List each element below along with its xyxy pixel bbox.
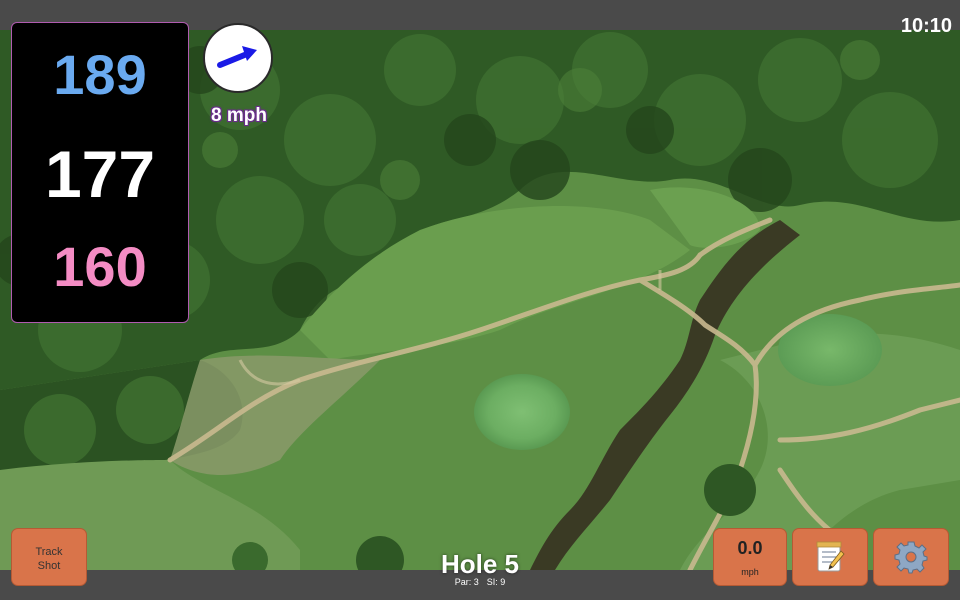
gear-icon: [894, 541, 928, 574]
distance-back: 189: [53, 43, 147, 106]
wind-readout-unit: mph: [741, 567, 759, 577]
track-shot-label: Track Shot: [12, 545, 86, 573]
distance-front: 160: [53, 235, 147, 298]
hole-par: Par: 3: [454, 577, 479, 587]
wind-speed-label: 8 mph: [211, 105, 267, 126]
track-shot-label-line2: Shot: [37, 560, 61, 572]
golf-gps-screen: 10:10 189 177 160 8 mph Track Shot Hole …: [0, 0, 960, 600]
distance-middle: 177: [44, 137, 156, 211]
hole-stroke-index: SI: 9: [486, 577, 506, 587]
clock: 10:10: [900, 15, 952, 37]
wind-readout-value: 0.0: [737, 538, 763, 558]
hole-title: Hole 5: [440, 549, 520, 579]
distance-panel: 189 177 160: [11, 22, 189, 323]
notes-button[interactable]: [792, 528, 868, 586]
hole-details: Par: 3 SI: 9: [400, 577, 560, 588]
wind-readout-button[interactable]: 0.0 mph: [713, 528, 787, 586]
track-shot-label-line1: Track: [35, 546, 63, 558]
settings-button[interactable]: [873, 528, 949, 586]
wind-direction-dial: [203, 23, 273, 93]
arrow-icon: [217, 46, 257, 68]
track-shot-button[interactable]: Track Shot: [11, 528, 87, 586]
notepad-icon: [816, 541, 845, 572]
